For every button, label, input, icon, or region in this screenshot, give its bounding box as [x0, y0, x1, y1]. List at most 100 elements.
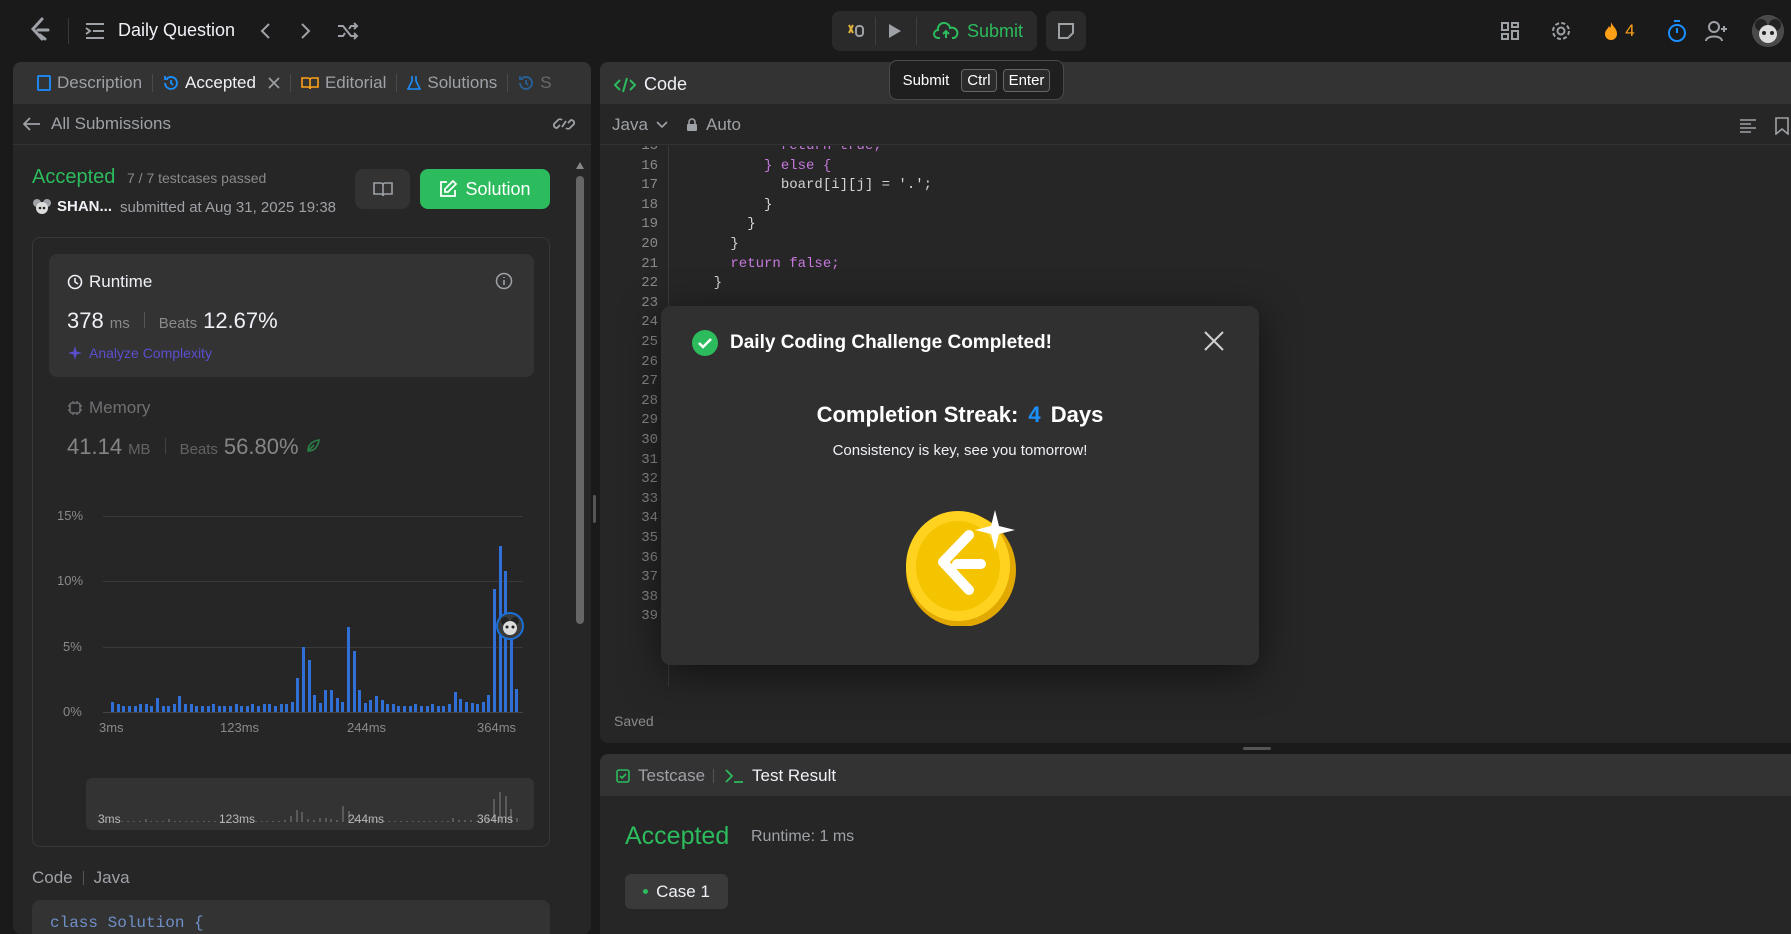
- memory-card[interactable]: Memory 41.14 MB Beats 56.80%: [49, 388, 534, 468]
- lock-icon: [687, 118, 697, 131]
- submission-code-block[interactable]: class Solution {: [32, 900, 550, 934]
- editorial-book-button[interactable]: [355, 169, 410, 209]
- modal-header: Daily Coding Challenge Completed!: [692, 330, 1052, 356]
- chart-bar: [257, 705, 260, 712]
- mini-bar: [440, 820, 443, 822]
- streak-counter[interactable]: 4: [1596, 17, 1642, 45]
- submit-button[interactable]: Submit: [922, 14, 1034, 48]
- debug-icon[interactable]: [838, 14, 872, 48]
- submission-user[interactable]: SHAN...: [57, 198, 112, 215]
- vertical-splitter[interactable]: [593, 495, 596, 523]
- mini-bar: [434, 820, 437, 822]
- memory-header: Memory: [67, 398, 150, 418]
- mini-bar: [423, 820, 426, 822]
- mini-bar: [179, 820, 182, 822]
- range-selector-bars: [98, 786, 522, 822]
- chart-bar: [509, 638, 513, 712]
- solution-button[interactable]: Solution: [420, 169, 550, 209]
- tab-description[interactable]: Description: [27, 73, 154, 92]
- streak-unit: Days: [1050, 402, 1104, 427]
- chart-bar: [313, 695, 317, 712]
- chart-bar: [296, 678, 300, 712]
- chart-bar: [487, 695, 491, 712]
- streak-days-value: 4: [1028, 402, 1041, 427]
- mini-bar: [318, 817, 321, 822]
- tab-testcase[interactable]: Testcase: [616, 766, 705, 786]
- x-tick-3ms: 3ms: [99, 720, 124, 735]
- chart-bar: [206, 705, 210, 712]
- runtime-distribution-chart[interactable]: 15% 10% 5% 0%: [33, 508, 551, 719]
- test-result-panel: Testcase Test Result Accepted Runtime: 1…: [600, 754, 1791, 934]
- info-icon[interactable]: [495, 272, 513, 290]
- chart-bar: [436, 705, 440, 712]
- auto-mode-label: Auto: [706, 115, 741, 134]
- chart-bar: [515, 688, 519, 712]
- run-button[interactable]: [878, 14, 912, 48]
- mini-bar: [254, 820, 257, 822]
- chart-bar: [223, 705, 227, 712]
- tab-editorial[interactable]: Editorial: [291, 73, 398, 92]
- line-number: 21: [641, 255, 658, 272]
- prev-problem-icon[interactable]: [254, 20, 276, 42]
- chart-bar: [178, 696, 182, 712]
- analyze-complexity-link[interactable]: Analyze Complexity: [67, 345, 212, 361]
- chart-bar: [122, 705, 126, 712]
- tab-accepted[interactable]: Accepted: [153, 73, 291, 92]
- all-submissions-label: All Submissions: [51, 114, 171, 133]
- chart-bar: [380, 700, 384, 712]
- completion-streak: Completion Streak: 4 Days: [661, 402, 1259, 428]
- chart-bar: [397, 705, 401, 712]
- add-friend-icon[interactable]: [1703, 18, 1731, 44]
- bookmark-icon[interactable]: [1775, 117, 1789, 135]
- code-tab[interactable]: Code: [614, 74, 687, 95]
- mini-bar: [196, 820, 199, 822]
- runtime-header: Runtime: [67, 272, 152, 292]
- chart-bar: [228, 705, 232, 712]
- mini-tick-3ms: 3ms: [98, 812, 121, 826]
- avatar[interactable]: [1752, 15, 1784, 47]
- note-icon[interactable]: [1050, 15, 1082, 47]
- memory-beats-label: Beats: [179, 441, 218, 458]
- tab-submissions[interactable]: S: [508, 73, 561, 92]
- case-1-button[interactable]: Case 1: [625, 874, 728, 909]
- close-tab-icon[interactable]: [268, 77, 280, 89]
- tab-solutions[interactable]: Solutions: [397, 73, 509, 92]
- shuffle-icon[interactable]: [336, 20, 360, 42]
- layout-icon[interactable]: [1498, 19, 1522, 43]
- timer-icon[interactable]: [1664, 18, 1690, 44]
- chart-bar: [184, 704, 187, 712]
- mini-bar: [173, 820, 176, 822]
- flask-icon: [407, 76, 422, 90]
- settings-gear-icon[interactable]: [1549, 19, 1573, 43]
- link-icon[interactable]: [553, 116, 575, 132]
- language-select[interactable]: Java: [612, 115, 668, 135]
- mini-bar: [127, 820, 129, 822]
- submit-tooltip: Submit Ctrl Enter: [889, 60, 1064, 100]
- runtime-card[interactable]: Runtime 378 ms Beats 12.67% Analyze Comp…: [49, 254, 534, 377]
- auto-mode[interactable]: Auto: [686, 115, 741, 135]
- submission-status: Accepted: [32, 166, 116, 188]
- checkbox-icon: [616, 769, 630, 783]
- horizontal-splitter[interactable]: [1243, 747, 1271, 750]
- format-icon[interactable]: [1739, 118, 1757, 134]
- coin-badge-icon: [903, 502, 1023, 626]
- leetcode-logo-icon[interactable]: [26, 16, 54, 44]
- tab-test-result[interactable]: Test Result: [724, 766, 836, 786]
- mini-bar: [295, 810, 298, 822]
- book-icon: [372, 182, 393, 197]
- line-number: 28: [641, 392, 658, 409]
- chart-bar: [431, 704, 435, 712]
- all-submissions-link[interactable]: All Submissions: [23, 114, 171, 134]
- chart-bar: [212, 704, 216, 712]
- left-scrollbar[interactable]: [576, 162, 584, 922]
- daily-question-title[interactable]: Daily Question: [118, 20, 235, 41]
- mini-bar: [156, 820, 159, 822]
- range-selector[interactable]: 3ms 123ms 244ms 364ms: [86, 778, 534, 830]
- problem-list-icon[interactable]: [84, 20, 106, 42]
- next-problem-icon[interactable]: [295, 20, 317, 42]
- mini-bar: [429, 820, 432, 822]
- mini-bar: [214, 820, 217, 822]
- close-icon[interactable]: [1203, 330, 1227, 354]
- case-1-label: Case 1: [656, 881, 710, 901]
- submitted-at: submitted at Aug 31, 2025 19:38: [120, 199, 336, 216]
